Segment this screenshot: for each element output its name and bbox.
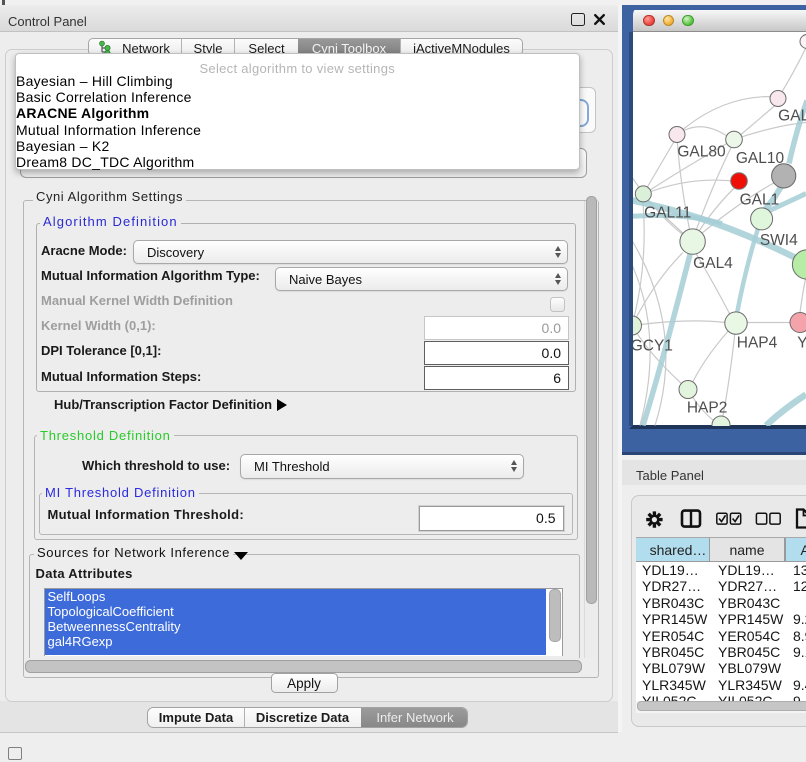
svg-text:HAP4: HAP4 [737, 334, 778, 351]
svg-text:Y: Y [797, 334, 806, 351]
svg-text:GAL1: GAL1 [740, 191, 780, 208]
svg-text:GAL2: GAL2 [778, 107, 806, 124]
svg-text:GCY1: GCY1 [633, 337, 673, 354]
svg-text:SWI4: SWI4 [760, 232, 798, 249]
svg-text:GAL4: GAL4 [693, 255, 733, 272]
svg-text:HAP2: HAP2 [687, 399, 728, 416]
svg-text:GAL11: GAL11 [644, 204, 691, 221]
svg-text:GAL80: GAL80 [677, 143, 726, 160]
svg-text:GAL10: GAL10 [736, 150, 785, 167]
